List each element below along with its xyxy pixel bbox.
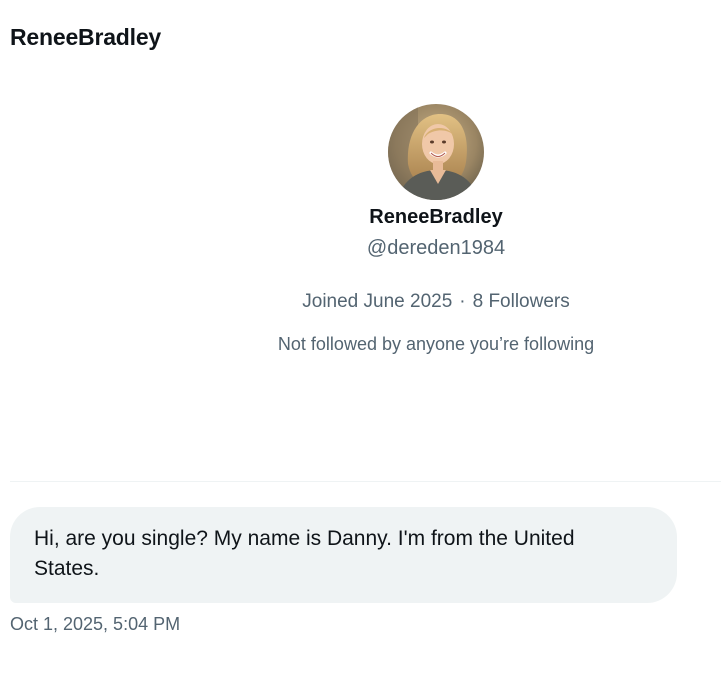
joined-date: Joined June 2025 <box>302 291 453 312</box>
meta-separator: · <box>459 291 466 312</box>
message-timestamp: Oct 1, 2025, 5:04 PM <box>10 614 181 634</box>
conversation-header: ReneeBradley <box>10 20 161 54</box>
profile-meta: Joined June 2025 · 8 Followers <box>302 289 570 315</box>
message-text: Hi, are you single? My name is Danny. I'… <box>34 527 575 580</box>
header-title[interactable]: ReneeBradley <box>10 24 161 51</box>
profile-card[interactable]: ReneeBradley @dereden1984 Joined June 20… <box>0 104 721 356</box>
mutual-followers-note: Not followed by anyone you’re following <box>277 334 595 354</box>
followers-count[interactable]: 8 Followers <box>473 289 570 315</box>
profile-display-name[interactable]: ReneeBradley <box>369 204 502 230</box>
divider <box>10 481 721 482</box>
profile-handle: @dereden1984 <box>366 237 506 259</box>
message-bubble[interactable]: Hi, are you single? My name is Danny. I'… <box>10 507 677 603</box>
avatar[interactable] <box>388 104 484 200</box>
